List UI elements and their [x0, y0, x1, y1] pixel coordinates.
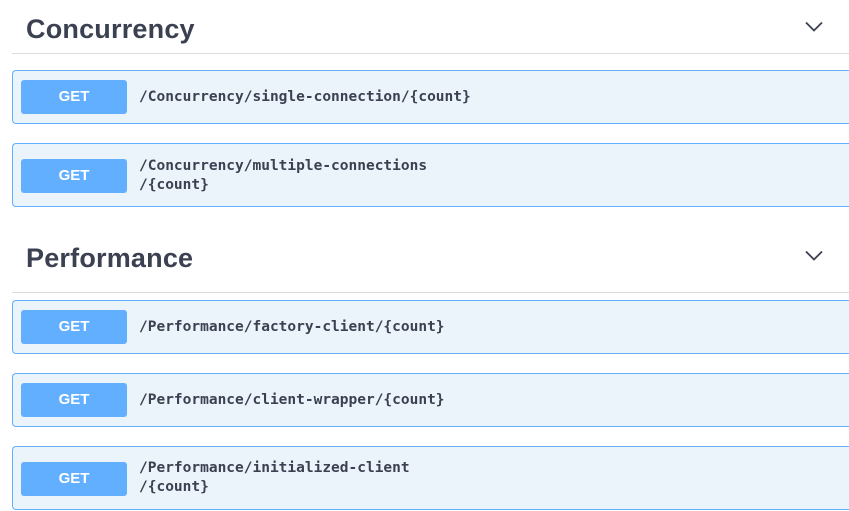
operation-get-factory-client[interactable]: GET /Performance/factory-client/{count} [12, 300, 849, 354]
method-badge[interactable]: GET [21, 383, 127, 417]
method-badge[interactable]: GET [21, 462, 127, 496]
section-concurrency[interactable]: Concurrency [12, 6, 849, 54]
operation-get-multiple-connections[interactable]: GET /Concurrency/multiple-connections /{… [12, 143, 849, 207]
section-title: Performance [26, 243, 194, 273]
operation-path[interactable]: /Performance/initialized-client /{count} [139, 459, 559, 497]
operation-get-initialized-client[interactable]: GET /Performance/initialized-client /{co… [12, 446, 849, 510]
operation-path[interactable]: /Performance/factory-client/{count} [139, 318, 559, 337]
section-performance[interactable]: Performance [12, 235, 849, 293]
section-header[interactable]: Concurrency [12, 6, 849, 54]
operation-path[interactable]: /Concurrency/multiple-connections /{coun… [139, 157, 559, 195]
method-badge[interactable]: GET [21, 159, 127, 193]
operation-path[interactable]: /Performance/client-wrapper/{count} [139, 391, 559, 410]
operation-path[interactable]: /Concurrency/single-connection/{count} [139, 88, 559, 107]
section-header[interactable]: Performance [12, 235, 849, 293]
chevron-down-icon[interactable] [805, 21, 823, 33]
chevron-down-icon[interactable] [805, 250, 823, 262]
method-badge[interactable]: GET [21, 310, 127, 344]
swagger-operations-page: Concurrency GET /Concurrency/single-conn… [0, 0, 849, 511]
method-badge[interactable]: GET [21, 80, 127, 114]
operation-get-client-wrapper[interactable]: GET /Performance/client-wrapper/{count} [12, 373, 849, 427]
section-title: Concurrency [26, 14, 195, 44]
operation-get-single-connection[interactable]: GET /Concurrency/single-connection/{coun… [12, 70, 849, 124]
